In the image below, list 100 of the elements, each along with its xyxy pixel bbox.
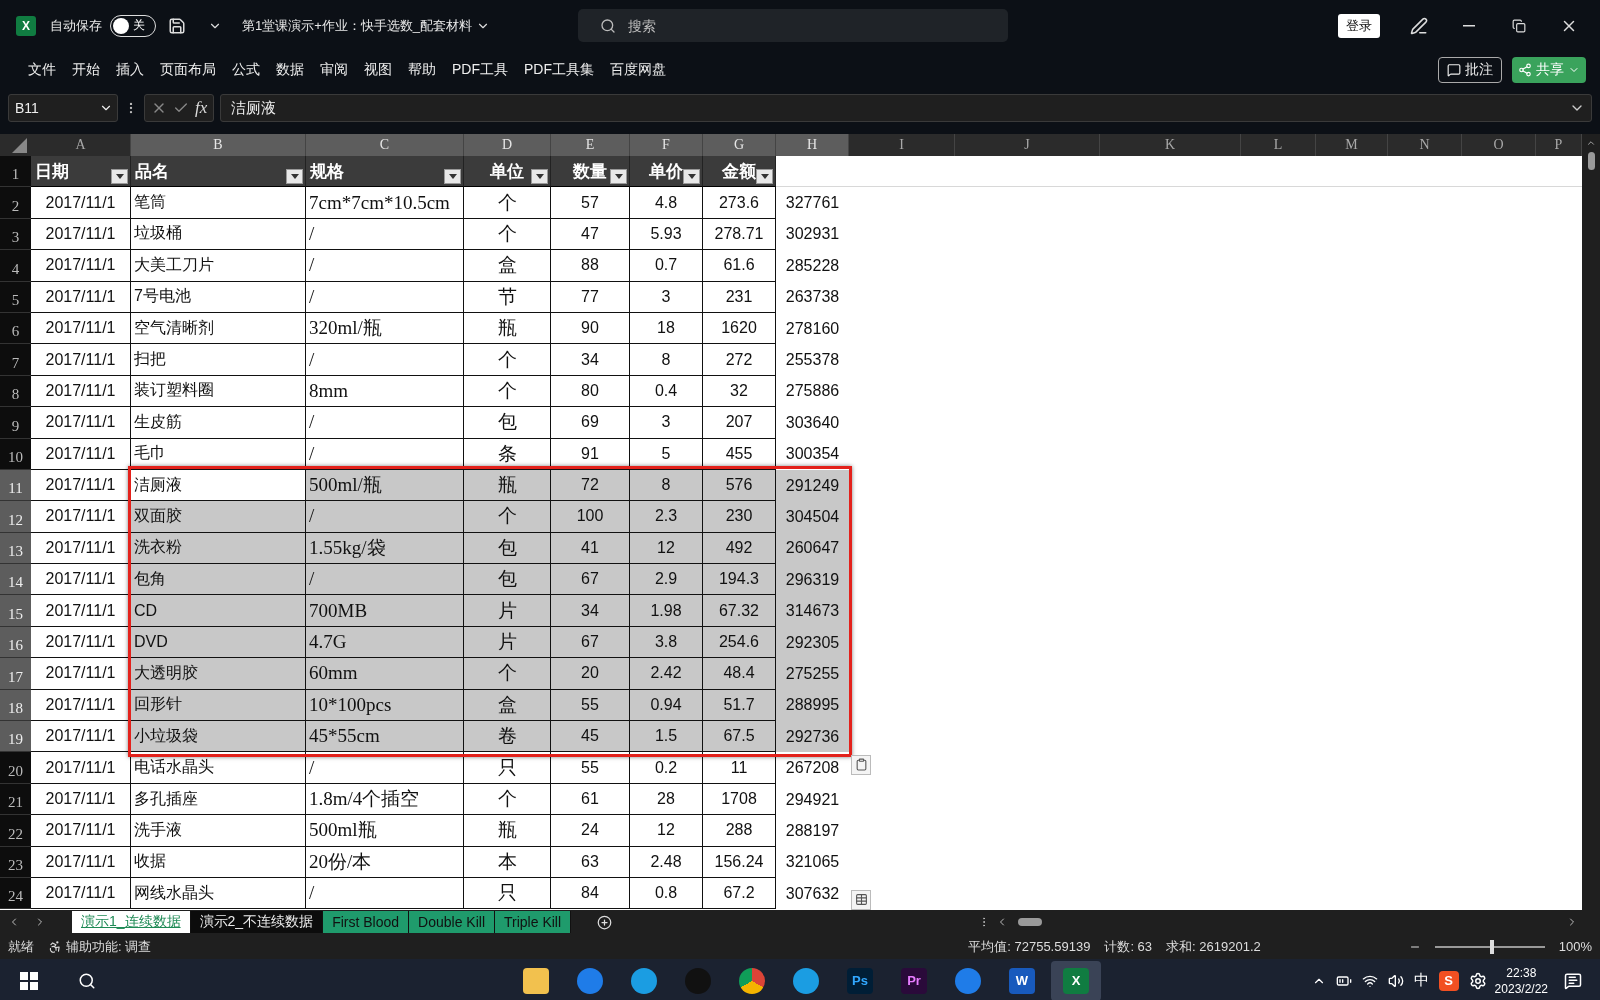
column-header[interactable]: F: [630, 134, 703, 156]
row-header[interactable]: 18: [0, 689, 31, 722]
vertical-scrollbar[interactable]: [1582, 134, 1600, 910]
row-header[interactable]: 6: [0, 312, 31, 345]
sheet-tab[interactable]: Triple Kill: [495, 911, 572, 933]
zoom-percent[interactable]: 100%: [1558, 939, 1592, 954]
filter-dropdown-button[interactable]: [610, 169, 627, 185]
row-header[interactable]: 15: [0, 595, 31, 627]
column-header[interactable]: H: [776, 134, 849, 156]
scrollbar-thumb[interactable]: [1587, 152, 1595, 170]
row-header[interactable]: 2: [0, 187, 31, 219]
column-header[interactable]: I: [849, 134, 955, 156]
column-header[interactable]: M: [1316, 134, 1388, 156]
ribbon-tab[interactable]: PDF工具集: [516, 60, 602, 79]
row-header[interactable]: 24: [0, 878, 31, 910]
table-cell: 4.7G: [306, 626, 464, 659]
filter-dropdown-button[interactable]: [286, 169, 303, 185]
search-icon[interactable]: [78, 971, 96, 990]
ribbon-tab[interactable]: 页面布局: [152, 60, 224, 79]
formula-field[interactable]: 洁厕液: [220, 94, 1592, 122]
sheet-tab[interactable]: 演示2_不连续数据: [190, 911, 324, 933]
row-header[interactable]: 23: [0, 846, 31, 878]
windows-start-icon[interactable]: [20, 971, 38, 990]
table-cell: 10*100pcs: [306, 689, 464, 722]
ribbon-tab[interactable]: 公式: [224, 60, 268, 79]
column-header[interactable]: N: [1388, 134, 1462, 156]
name-box[interactable]: B11: [8, 94, 118, 122]
column-header[interactable]: B: [131, 134, 306, 156]
row-header[interactable]: 21: [0, 783, 31, 816]
table-cell: 90: [551, 312, 630, 345]
scroll-up-icon[interactable]: [1586, 138, 1596, 148]
accessibility-status[interactable]: 辅助功能: 调查: [66, 937, 152, 956]
pen-icon[interactable]: [1410, 16, 1428, 35]
row-header[interactable]: 9: [0, 407, 31, 439]
row-header[interactable]: 16: [0, 626, 31, 659]
row-header[interactable]: 11: [0, 469, 31, 502]
settings-icon[interactable]: [1468, 971, 1487, 990]
row-header[interactable]: 5: [0, 281, 31, 313]
insert-function-button[interactable]: fx: [195, 98, 208, 118]
accessibility-icon: [48, 939, 62, 954]
select-all-corner[interactable]: [0, 134, 31, 156]
filter-dropdown-button[interactable]: [531, 169, 548, 185]
comment-button[interactable]: 批注: [1438, 56, 1502, 83]
ribbon-tab[interactable]: 数据: [268, 60, 312, 79]
save-icon[interactable]: [168, 16, 186, 35]
ribbon-tab[interactable]: PDF工具: [444, 60, 516, 79]
quick-analysis-button[interactable]: [851, 889, 871, 910]
row-header[interactable]: 3: [0, 218, 31, 251]
row-header[interactable]: 13: [0, 532, 31, 565]
taskbar-app-icon[interactable]: X: [1051, 960, 1101, 1000]
column-header[interactable]: P: [1536, 134, 1582, 156]
input-method-icon[interactable]: S: [1438, 970, 1459, 991]
sheet-tab[interactable]: 演示1_连续数据: [72, 911, 191, 933]
sheet-tab[interactable]: Double Kill: [409, 911, 495, 933]
column-header[interactable]: G: [703, 134, 776, 156]
column-header[interactable]: L: [1241, 134, 1316, 156]
row-header[interactable]: 8: [0, 375, 31, 408]
filter-dropdown-button[interactable]: [111, 169, 128, 185]
ribbon-tab[interactable]: 文件: [20, 60, 64, 79]
table-cell: 8: [630, 344, 703, 376]
ribbon-tab[interactable]: 百度网盘: [602, 60, 674, 79]
ribbon-tab[interactable]: 帮助: [400, 60, 444, 79]
column-header[interactable]: D: [464, 134, 551, 156]
row-header[interactable]: 20: [0, 752, 31, 784]
notification-icon[interactable]: [1564, 971, 1582, 990]
row-header[interactable]: 14: [0, 564, 31, 596]
column-header[interactable]: E: [551, 134, 630, 156]
zoom-slider-thumb[interactable]: [1489, 939, 1494, 954]
add-sheet-icon[interactable]: [597, 914, 613, 930]
sheet-tab[interactable]: First Blood: [323, 911, 410, 933]
ribbon-tab[interactable]: 视图: [356, 60, 400, 79]
row-header[interactable]: 19: [0, 721, 31, 753]
volume-icon[interactable]: [1387, 972, 1404, 989]
search-input[interactable]: 搜索: [626, 16, 927, 35]
filter-dropdown-button[interactable]: [756, 169, 773, 185]
paste-options-button[interactable]: [851, 754, 871, 775]
table-cell: 1.5: [630, 721, 703, 753]
filter-dropdown-button[interactable]: [444, 169, 461, 185]
table-cell: 8: [630, 469, 703, 502]
column-header[interactable]: C: [306, 134, 464, 156]
search-bar[interactable]: 搜索: [578, 9, 1009, 42]
ribbon-tab[interactable]: 审阅: [312, 60, 356, 79]
row-header[interactable]: 1: [0, 156, 31, 188]
column-header[interactable]: O: [1462, 134, 1536, 156]
login-button[interactable]: 登录: [1338, 13, 1380, 38]
row-header[interactable]: 12: [0, 501, 31, 533]
input-method-indicator[interactable]: 中: [1413, 971, 1429, 990]
row-header[interactable]: 22: [0, 815, 31, 847]
column-header[interactable]: A: [31, 134, 131, 156]
column-header[interactable]: K: [1100, 134, 1241, 156]
filter-dropdown-button[interactable]: [683, 169, 700, 185]
row-header[interactable]: 17: [0, 658, 31, 690]
column-header[interactable]: J: [955, 134, 1100, 156]
row-header[interactable]: 10: [0, 438, 31, 470]
clock[interactable]: 22:38 2023/2/22: [1494, 964, 1548, 997]
scrollbar-thumb[interactable]: [1018, 918, 1042, 926]
row-header[interactable]: 7: [0, 344, 31, 376]
ribbon-tab[interactable]: 插入: [108, 60, 152, 79]
row-header[interactable]: 4: [0, 250, 31, 282]
ribbon-tab[interactable]: 开始: [64, 60, 108, 79]
